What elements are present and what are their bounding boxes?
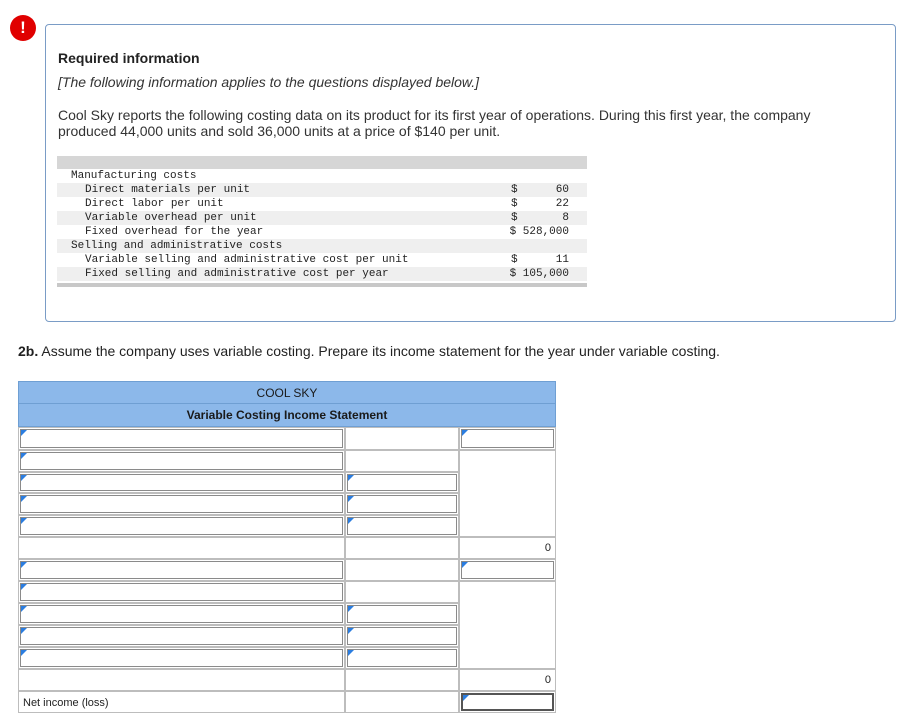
data-row-label: Direct materials per unit <box>85 184 251 196</box>
amount-input[interactable] <box>347 474 457 491</box>
input-marker-icon <box>21 606 27 612</box>
input-marker-icon <box>348 650 354 656</box>
input-marker-icon <box>348 518 354 524</box>
data-row-value: 60 <box>555 184 569 196</box>
company-name: COOL SKY <box>18 381 556 404</box>
statement-cell <box>459 450 556 537</box>
statement-cell: 0 <box>459 537 556 559</box>
table-top-bar <box>57 156 587 169</box>
data-row: Direct materials per unit $60 <box>57 183 587 197</box>
data-row: Variable selling and administrative cost… <box>57 253 587 267</box>
input-marker-icon <box>21 496 27 502</box>
input-marker-icon <box>21 430 27 436</box>
info-title: Required information <box>58 50 200 66</box>
input-marker-icon <box>462 562 468 568</box>
question-part: 2b. <box>18 343 39 359</box>
input-marker-icon <box>21 475 27 481</box>
label-input[interactable] <box>20 495 343 513</box>
label-input[interactable] <box>20 605 343 623</box>
input-marker-icon <box>348 628 354 634</box>
income-statement: COOL SKY Variable Costing Income Stateme… <box>18 381 556 713</box>
info-paragraph: Cool Sky reports the following costing d… <box>58 107 811 139</box>
subtotal-value: 0 <box>544 674 551 686</box>
data-row-label: Variable selling and administrative cost… <box>85 254 409 266</box>
statement-cell <box>345 669 459 691</box>
label-input[interactable] <box>20 517 343 535</box>
data-row-value: $ 528,000 <box>509 226 569 238</box>
input-marker-icon <box>21 518 27 524</box>
data-row: Fixed selling and administrative cost pe… <box>57 267 587 281</box>
statement-title: Variable Costing Income Statement <box>18 404 556 427</box>
amount-input[interactable] <box>347 627 457 645</box>
label-input[interactable] <box>20 429 343 448</box>
amount-input[interactable] <box>347 605 457 623</box>
data-row-dollar: $ <box>511 212 518 224</box>
statement-cell: 0 <box>459 669 556 691</box>
input-marker-icon <box>348 606 354 612</box>
data-row: Direct labor per unit $22 <box>57 197 587 211</box>
statement-cell <box>345 427 459 450</box>
amount-input[interactable] <box>347 649 457 667</box>
input-marker-icon <box>21 650 27 656</box>
amount-input[interactable] <box>461 561 554 579</box>
input-marker-icon <box>348 496 354 502</box>
label-input[interactable] <box>20 452 343 470</box>
statement-cell <box>345 450 459 472</box>
input-marker-icon <box>463 695 469 701</box>
exclamation-icon: ! <box>10 15 36 41</box>
data-row-dollar: $ <box>511 198 518 210</box>
data-row-label: Direct labor per unit <box>85 198 224 210</box>
amount-input[interactable] <box>461 429 554 448</box>
data-row-label: Fixed overhead for the year <box>85 226 264 238</box>
input-marker-icon <box>21 628 27 634</box>
data-row-dollar: $ <box>511 184 518 196</box>
statement-cell <box>345 581 459 603</box>
label-input[interactable] <box>20 474 343 491</box>
net-income-input[interactable] <box>461 693 554 711</box>
data-row: Variable overhead per unit $8 <box>57 211 587 225</box>
data-row-label: Selling and administrative costs <box>71 240 283 252</box>
input-marker-icon <box>21 584 27 590</box>
statement-cell: Net income (loss) <box>18 691 345 713</box>
data-row-value: $ 105,000 <box>509 268 569 280</box>
data-row-label: Variable overhead per unit <box>85 212 257 224</box>
data-row-label: Manufacturing costs <box>71 170 197 182</box>
data-row-label: Fixed selling and administrative cost pe… <box>85 268 389 280</box>
input-marker-icon <box>348 475 354 481</box>
amount-input[interactable] <box>347 495 457 513</box>
data-row: Manufacturing costs <box>57 169 587 183</box>
input-marker-icon <box>21 453 27 459</box>
data-row: Fixed overhead for the year $ 528,000 <box>57 225 587 239</box>
amount-input[interactable] <box>347 517 457 535</box>
data-row-value: 22 <box>555 198 569 210</box>
statement-cell <box>18 669 345 691</box>
label-input[interactable] <box>20 649 343 667</box>
net-income-label: Net income (loss) <box>23 697 109 709</box>
question-body: Assume the company uses variable costing… <box>38 343 720 359</box>
question-text: 2b. Assume the company uses variable cos… <box>18 343 720 359</box>
data-row-dollar: $ <box>511 254 518 266</box>
label-input[interactable] <box>20 627 343 645</box>
data-row-value: 8 <box>562 212 569 224</box>
statement-cell <box>345 537 459 559</box>
statement-cell <box>345 691 459 713</box>
data-row-value: 11 <box>555 254 569 266</box>
costing-data-table: Manufacturing costs Direct materials per … <box>57 156 587 287</box>
label-input[interactable] <box>20 583 343 601</box>
label-input[interactable] <box>20 561 343 579</box>
input-marker-icon <box>21 562 27 568</box>
input-marker-icon <box>462 430 468 436</box>
table-bottom-bar <box>57 283 587 287</box>
statement-cell <box>18 537 345 559</box>
statement-cell <box>345 559 459 581</box>
statement-cell <box>459 581 556 669</box>
info-note: [The following information applies to th… <box>58 74 480 90</box>
subtotal-value: 0 <box>544 542 551 554</box>
data-row: Selling and administrative costs <box>57 239 587 253</box>
